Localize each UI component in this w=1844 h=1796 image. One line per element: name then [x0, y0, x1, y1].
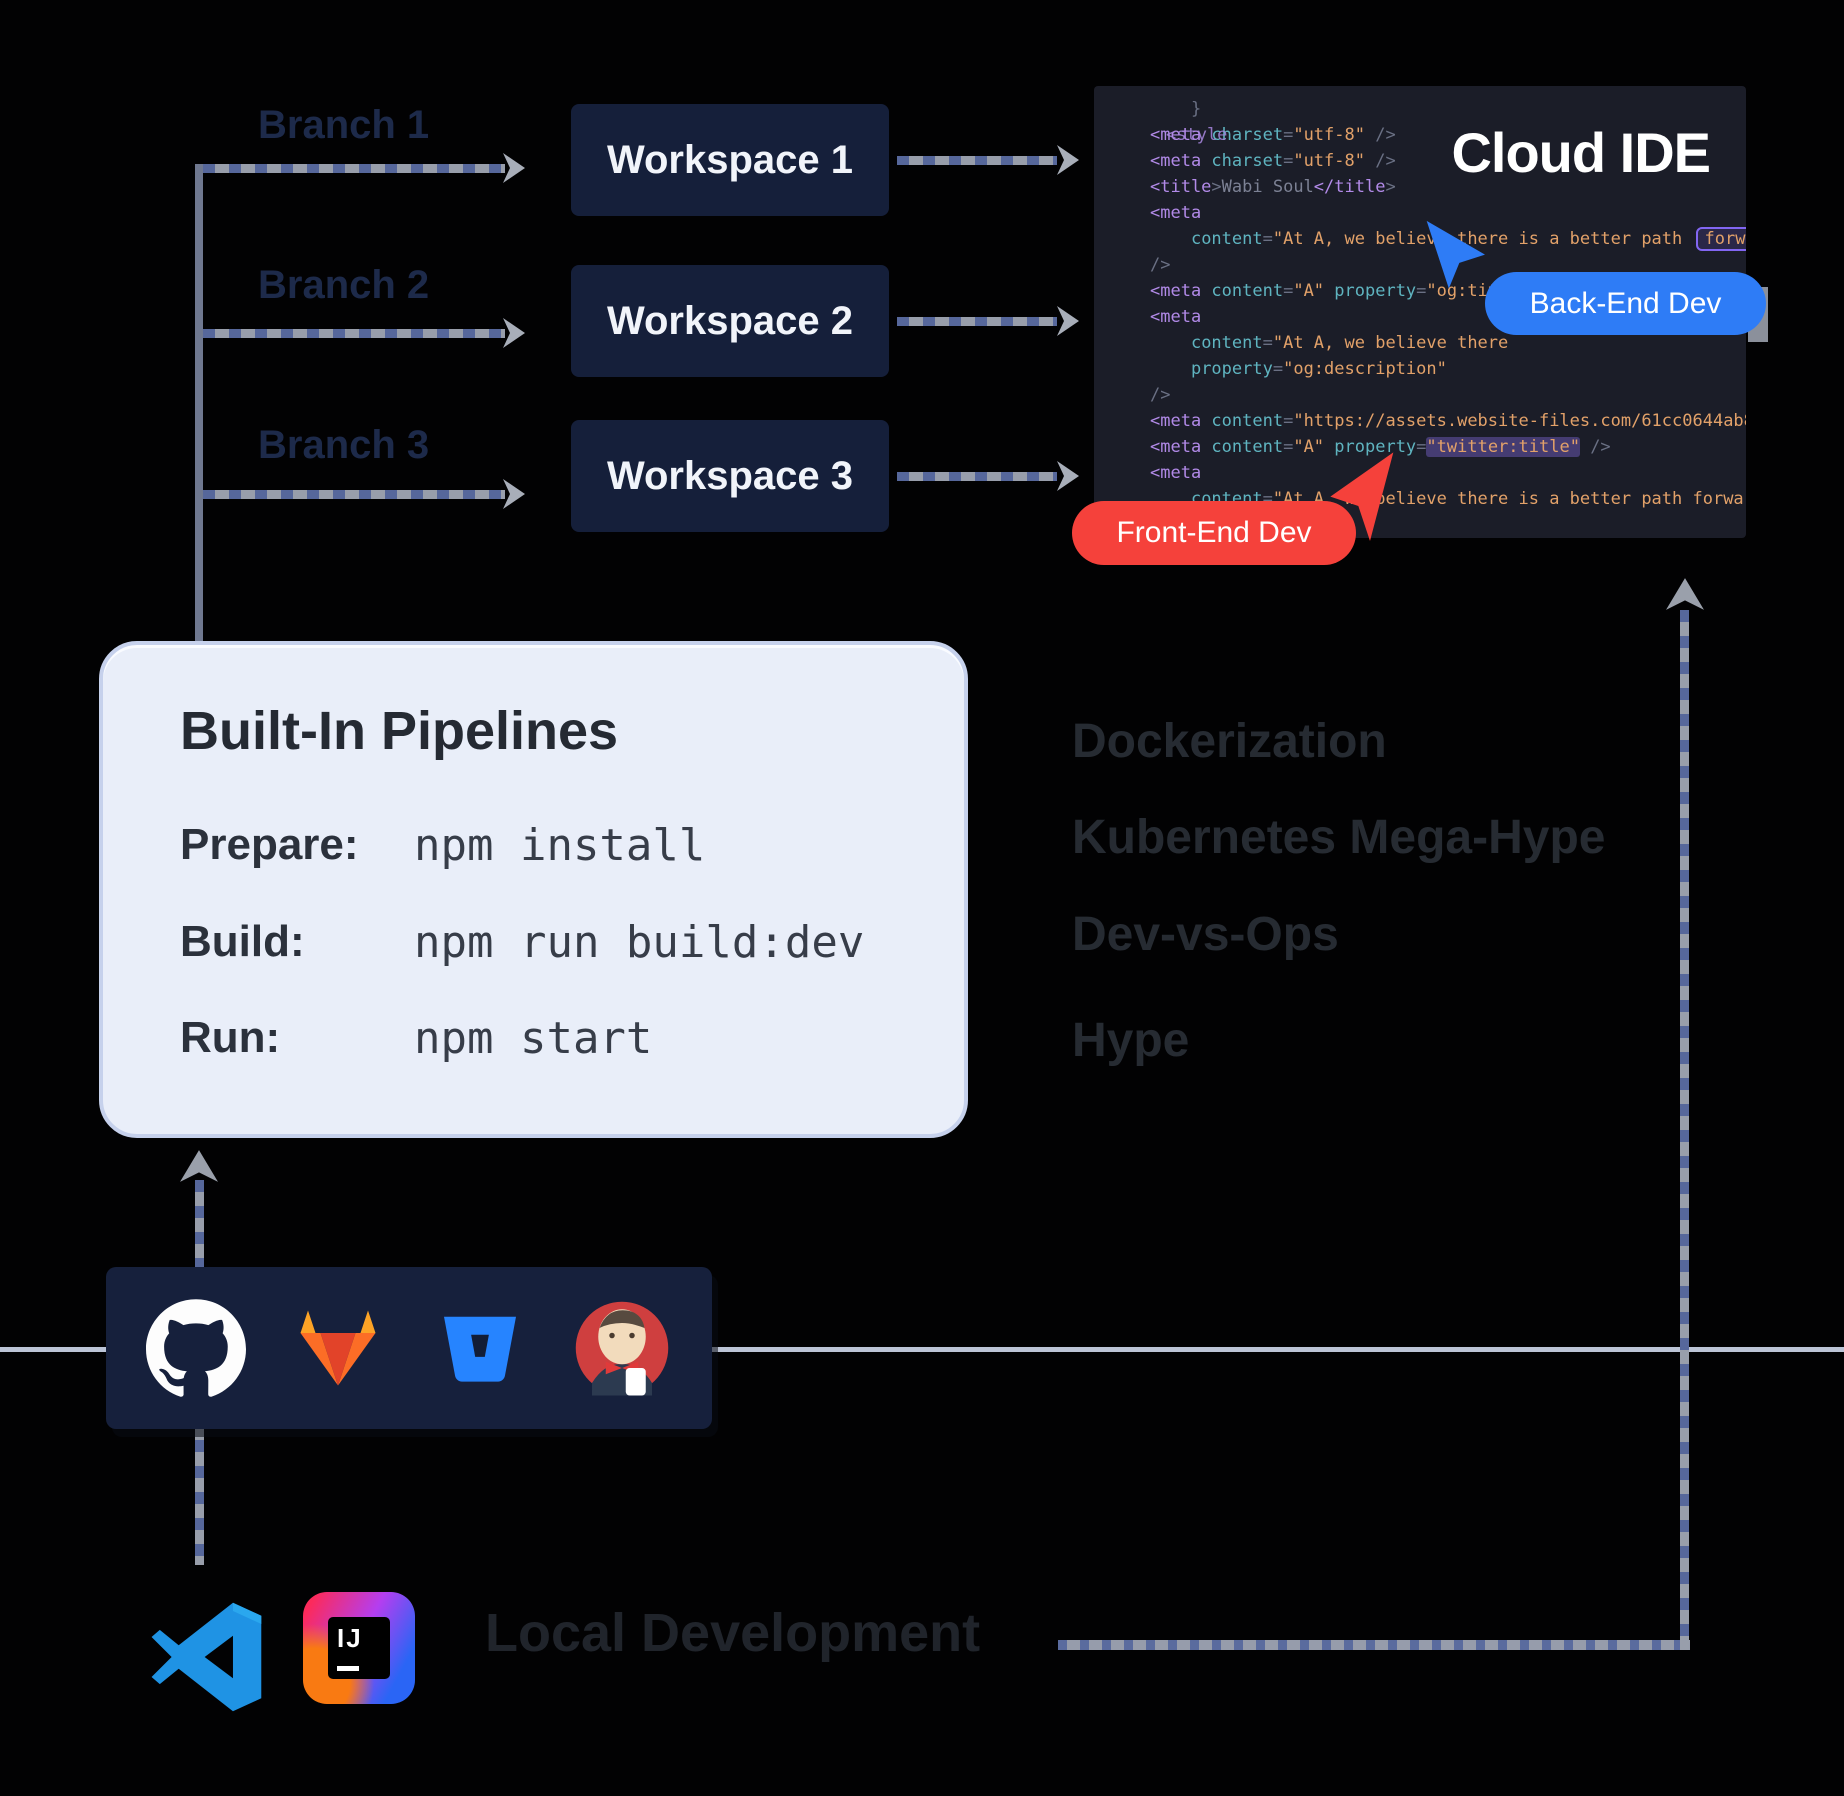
branch-2-label: Branch 2	[258, 263, 429, 308]
frontend-dev-label: Front-End Dev	[1116, 516, 1311, 550]
pipeline-build-command: npm run build:dev	[414, 917, 864, 968]
code-line: <meta	[1094, 460, 1746, 486]
pipeline-prepare-label: Prepare:	[180, 820, 359, 870]
buzzword-devvsops: Dev-vs-Ops	[1072, 907, 1339, 962]
vscode-icon	[148, 1598, 266, 1716]
arrow-up-icon	[180, 1150, 218, 1182]
pipeline-run-label: Run:	[180, 1013, 280, 1063]
arrow-right-icon	[1057, 461, 1079, 491]
jenkins-icon	[570, 1296, 674, 1400]
workspace-3-box: Workspace 3	[571, 420, 889, 532]
workspace-3-label: Workspace 3	[607, 454, 853, 499]
arrow-right-icon	[1057, 145, 1079, 175]
github-icon	[144, 1296, 248, 1400]
branch-1-arrow	[203, 164, 505, 173]
code-line: <meta	[1094, 200, 1746, 226]
gitlab-icon	[286, 1296, 390, 1400]
arrow-right-icon	[1057, 306, 1079, 336]
pipeline-build-label: Build:	[180, 917, 305, 967]
workspace-2-box: Workspace 2	[571, 265, 889, 377]
pipeline-prepare-command: npm install	[414, 820, 705, 871]
localdev-to-ide-line-vertical	[1680, 610, 1689, 1650]
arrow-right-icon	[503, 153, 525, 183]
backend-dev-badge: Back-End Dev	[1485, 272, 1766, 335]
arrow-right-icon	[503, 479, 525, 509]
buzzword-kubernetes: Kubernetes Mega-Hype	[1072, 810, 1605, 865]
pipelines-title: Built-In Pipelines	[180, 700, 618, 762]
frontend-dev-badge: Front-End Dev	[1072, 501, 1356, 565]
code-line: <meta content="https://assets.website-fi…	[1094, 408, 1746, 434]
localdev-to-ide-line-horizontal	[1058, 1640, 1690, 1650]
pipeline-run-command: npm start	[414, 1013, 652, 1064]
branch-3-arrow	[203, 490, 505, 499]
bitbucket-icon	[428, 1296, 532, 1400]
backend-cursor-icon	[1422, 218, 1492, 296]
intellij-inner-square: IJ	[328, 1617, 390, 1679]
code-line: property="og:description"	[1094, 356, 1746, 382]
workspace-3-to-ide-arrow	[897, 472, 1057, 481]
branch-rail-line	[195, 164, 203, 643]
code-line: }	[1094, 96, 1746, 122]
branch-1-label: Branch 1	[258, 103, 429, 148]
buzzword-hype: Hype	[1072, 1013, 1189, 1068]
code-line: content="At A, we believe there is a bet…	[1094, 226, 1746, 252]
workspace-2-to-ide-arrow	[897, 317, 1057, 326]
git-integrations-bar	[106, 1267, 712, 1429]
code-line: <meta content="A" property="twitter:titl…	[1094, 434, 1746, 460]
backend-dev-label: Back-End Dev	[1530, 287, 1722, 321]
code-line: />	[1094, 382, 1746, 408]
arrow-up-icon	[1666, 578, 1704, 610]
frontend-cursor-icon	[1328, 450, 1398, 548]
workspace-1-to-ide-arrow	[897, 156, 1057, 165]
workspace-2-label: Workspace 2	[607, 299, 853, 344]
diagram-canvas: Branch 1 Branch 2 Branch 3 Workspace 1 W…	[0, 0, 1844, 1796]
branch-3-label: Branch 3	[258, 423, 429, 468]
workspace-1-box: Workspace 1	[571, 104, 889, 216]
arrow-right-icon	[503, 318, 525, 348]
local-development-label: Local Development	[485, 1602, 980, 1664]
workspace-1-label: Workspace 1	[607, 138, 853, 183]
intellij-icon: IJ	[303, 1592, 415, 1704]
branch-2-arrow	[203, 329, 505, 338]
buzzword-dockerization: Dockerization	[1072, 714, 1387, 769]
cloud-ide-title: Cloud IDE	[1451, 120, 1710, 185]
